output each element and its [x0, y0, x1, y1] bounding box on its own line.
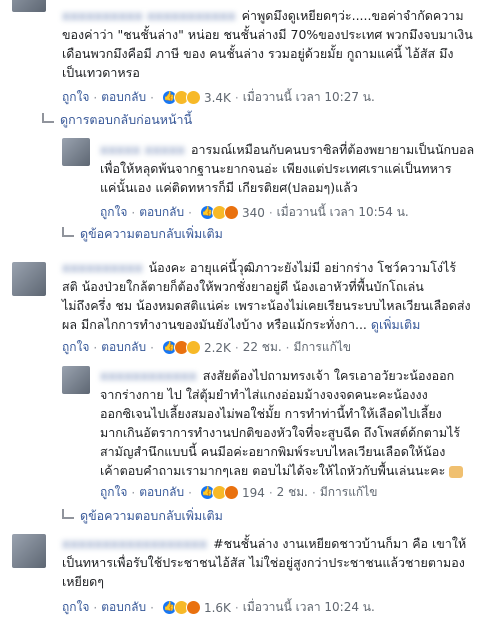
reply-link[interactable]: ตอบกลับ [139, 203, 184, 222]
comment-line: ออกซิเจนไปเลี้ยงสมองไม่พอใช่มั้ย การทำท่… [100, 406, 442, 421]
timestamp[interactable]: เมื่อวานนี้ เวลา 10:27 น. [243, 88, 375, 107]
comment-actions: ถูกใจ · ตอบกลับ · 👍 1.6K · เมื่อวานนี้ เ… [62, 598, 375, 617]
timestamp[interactable]: เมื่อวานนี้ เวลา 10:54 น. [277, 203, 409, 222]
like-link[interactable]: ถูกใจ [62, 338, 89, 357]
comment-line: สติ น้องป่วยใกล้ตายก็ต้องให้พวกชั่งยาอยู… [62, 279, 424, 294]
avatar[interactable] [62, 138, 90, 166]
comment-line: มากเกินอัตราการทำงานปกติของหัวใจที่จะสูบ… [100, 425, 461, 440]
comment-line: ค่าพูดมึงดูเหยียดๆว่ะ.....ขอค่าจำกัดความ [241, 8, 464, 23]
comment-line: #ชนชั้นล่าง งานเหยียดชาวบ้านก็มา คือ เขา… [213, 536, 467, 551]
comment-line: สงสัยต้องไปถามทรงเจ้า ใครเอาอวัยวะน้องออ… [202, 368, 455, 383]
comment-text: xxxxxxxxxxxx สงสัยต้องไปถามทรงเจ้า ใครเอา… [100, 366, 464, 480]
comment-line: เป็นทหารเพื่อรับใช้ประชาชนไอ้สัส ไม่ใช่อ… [62, 555, 465, 570]
reply-arrow-icon [62, 509, 74, 519]
comment-line: เหยียดๆ [62, 574, 104, 589]
comment-line: น้องคะ อายุแค่นี้วุฒิภาวะยังไม่มี อย่ากร… [148, 260, 457, 275]
edited-label[interactable]: มีการแก้ไข [320, 483, 378, 502]
reply-link[interactable]: ตอบกลับ [101, 598, 146, 617]
like-link[interactable]: ถูกใจ [100, 483, 127, 502]
comment-line: แค่นั้นเอง แค่ติดทหารก็มี เกียรติยศ(ปลอม… [100, 180, 358, 195]
comment: xxxxxxxxxxxxxxxxxx #ชนชั้นล่าง งานเหยียดช… [0, 534, 494, 617]
reaction-count[interactable]: 2.2K [204, 341, 231, 355]
view-previous-replies-label: ดูการตอบกลับก่อนหน้านี้ [60, 112, 193, 127]
reply-arrow-icon [42, 113, 54, 123]
comment-line: ของค่าว่า "ชนชั้นล่าง" หน่อย ชนชั้นล่างม… [62, 27, 473, 42]
reaction-count[interactable]: 194 [242, 486, 265, 500]
reactions[interactable]: 👍 [199, 205, 239, 220]
comment-text: xxxxxxxxxxxxxxxxxx #ชนชั้นล่าง งานเหยียดช… [62, 534, 466, 591]
comment-text: xxxxxxxxxx xxxxxxxxxxx ค่าพูดมึงดูเหยียดๆ… [62, 6, 473, 82]
wow-reaction-icon [185, 340, 201, 355]
avatar[interactable] [62, 366, 90, 394]
comment-line: ไม่ถึงครึ่ง ชม น้องหมดสติแน่ค่ะ เพราะน้อ… [62, 298, 471, 313]
commenter-name[interactable]: xxxxxxxxxxxx [100, 366, 197, 385]
comment-line: อารมณ์เหมือนกับคนบราซิลที่ต้องพยายามเป็น… [190, 142, 475, 157]
comment: xxxxxxxxxx น้องคะ อายุแค่นี้วุฒิภาวะยังไม… [0, 260, 494, 362]
reactions[interactable]: 👍 [199, 485, 239, 500]
angry-reaction-icon [223, 485, 239, 500]
edited-label[interactable]: มีการแก้ไข [294, 338, 352, 357]
reply-arrow-icon [62, 227, 74, 237]
commenter-name[interactable]: xxxxx xxxxx [100, 140, 185, 159]
reaction-count[interactable]: 1.6K [204, 601, 231, 615]
comment-actions: ถูกใจ · ตอบกลับ · 👍 2.2K · 22 ชม. · มีกา… [62, 338, 351, 357]
reply-link[interactable]: ตอบกลับ [139, 483, 184, 502]
reaction-count[interactable]: 340 [242, 206, 265, 220]
comment-line: ผล มีกลไกการทำงานของมันยังไงบ้าง หรือแม้… [62, 317, 367, 332]
see-more-link[interactable]: ดูเพิ่มเติม [371, 317, 421, 332]
view-more-replies[interactable]: ดูข้อความตอบกลับเพิ่มเติม [62, 506, 223, 526]
comment-line: เพื่อให้หลุดพ้นจากฐานะยากจนอ่ะ เพียงแต่ป… [100, 161, 452, 176]
like-link[interactable]: ถูกใจ [62, 88, 89, 107]
comment-line: เป็นเทวดาหรอ [62, 65, 140, 80]
reply-link[interactable]: ตอบกลับ [101, 338, 146, 357]
view-more-replies[interactable]: ดูข้อความตอบกลับเพิ่มเติม [62, 224, 223, 244]
timestamp[interactable]: 2 ชม. [277, 483, 308, 502]
reply-comment: xxxxxxxxxxxx สงสัยต้องไปถามทรงเจ้า ใครเอา… [0, 366, 494, 526]
commenter-name[interactable]: xxxxxxxxxx [62, 258, 143, 277]
timestamp[interactable]: เมื่อวานนี้ เวลา 10:24 น. [243, 598, 375, 617]
avatar[interactable] [12, 0, 46, 12]
reply-comment: xxxxx xxxxx อารมณ์เหมือนกับคนบราซิลที่ต้อ… [0, 136, 494, 246]
reactions[interactable]: 👍 [161, 340, 201, 355]
timestamp[interactable]: 22 ชม. [243, 338, 282, 357]
comment-actions: ถูกใจ · ตอบกลับ · 👍 3.4K · เมื่อวานนี้ เ… [62, 88, 375, 107]
angry-reaction-icon [185, 600, 201, 615]
avatar[interactable] [12, 262, 46, 296]
comment-text: xxxxx xxxxx อารมณ์เหมือนกับคนบราซิลที่ต้อ… [100, 140, 474, 197]
flexed-arm-emoji-icon [449, 465, 464, 478]
comment-line: เดือนพวกมึงคือมี ภาษี ของ คนชั้นล่าง รวม… [62, 46, 454, 61]
view-more-replies-label: ดูข้อความตอบกลับเพิ่มเติม [80, 508, 223, 523]
comment-line: สามัญสำนึกแบบนี้ คนมีอค่ะอยากพิมพ์ระบบไห… [100, 444, 446, 459]
comment-actions: ถูกใจ · ตอบกลับ · 👍 340 · เมื่อวานนี้ เว… [100, 203, 409, 222]
like-link[interactable]: ถูกใจ [100, 203, 127, 222]
comment-line: เค้าตอบคำถามเรามากๆเลย ตอบไม่ได้จะให้ไถห… [100, 463, 446, 478]
comment-text: xxxxxxxxxx น้องคะ อายุแค่นี้วุฒิภาวะยังไม… [62, 258, 471, 334]
reply-link[interactable]: ตอบกลับ [101, 88, 146, 107]
comment-actions: ถูกใจ · ตอบกลับ · 👍 194 · 2 ชม. · มีการแ… [100, 483, 377, 502]
like-link[interactable]: ถูกใจ [62, 598, 89, 617]
view-more-replies-label: ดูข้อความตอบกลับเพิ่มเติม [80, 226, 223, 241]
avatar[interactable] [12, 534, 46, 568]
commenter-name[interactable]: xxxxxxxxxx xxxxxxxxxxx [62, 6, 236, 25]
view-previous-replies[interactable]: ดูการตอบกลับก่อนหน้านี้ [42, 110, 192, 130]
comment: xxxxxxxxxx xxxxxxxxxxx ค่าพูดมึงดูเหยียดๆ… [0, 0, 494, 130]
reactions[interactable]: 👍 [161, 600, 201, 615]
angry-reaction-icon [223, 205, 239, 220]
reactions[interactable]: 👍 [161, 90, 201, 105]
commenter-name[interactable]: xxxxxxxxxxxxxxxxxx [62, 534, 207, 553]
comment-line: จากร่างกาย ไป ใส่ตุ้มยำทำไส่แกงอ่อมม้างจ… [100, 387, 428, 402]
reaction-count[interactable]: 3.4K [204, 91, 231, 105]
sad-reaction-icon [185, 90, 201, 105]
